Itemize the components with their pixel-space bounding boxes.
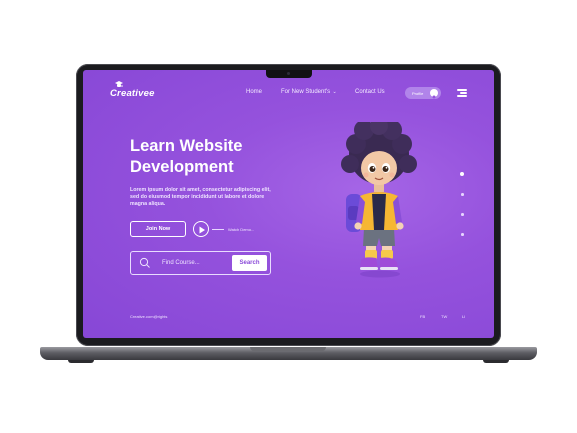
camera-icon bbox=[287, 72, 290, 75]
slider-dot[interactable] bbox=[461, 233, 464, 236]
footer-copyright: Creative.com@rights bbox=[130, 314, 168, 319]
play-icon bbox=[199, 226, 205, 233]
search-icon bbox=[139, 257, 150, 268]
hero-title: Learn Website Development bbox=[130, 136, 310, 178]
profile-label: Profile bbox=[412, 90, 424, 96]
hero-title-line-1: Learn Website bbox=[130, 137, 243, 155]
hero-description: Lorem ipsum dolor sit amet, consectetur … bbox=[130, 187, 271, 207]
brand-logo[interactable]: Creativee bbox=[110, 80, 162, 102]
laptop-base-notch bbox=[250, 347, 326, 351]
slider-dot[interactable] bbox=[461, 213, 464, 216]
watch-demo-play-button[interactable] bbox=[193, 221, 209, 237]
laptop-foot-left bbox=[68, 360, 94, 363]
slider-dot[interactable] bbox=[461, 193, 464, 196]
profile-button[interactable]: Profile bbox=[405, 87, 441, 101]
nav-students-label: For New Student's bbox=[281, 89, 331, 95]
social-link-linkedin[interactable]: LI bbox=[462, 314, 465, 319]
search-input[interactable]: Find Course... bbox=[162, 260, 200, 266]
nav-contact-link[interactable]: Contact Us bbox=[355, 89, 385, 95]
search-button[interactable]: Search bbox=[232, 255, 267, 271]
nav-home-link[interactable]: Home bbox=[246, 89, 262, 95]
camera-notch bbox=[266, 70, 312, 78]
brand-name: Creativee bbox=[110, 88, 155, 99]
slider-dot-active[interactable] bbox=[460, 172, 464, 176]
join-now-button[interactable]: Join Now bbox=[130, 221, 186, 237]
watch-demo-label[interactable]: Watch Demo... bbox=[228, 227, 254, 232]
student-character-illustration bbox=[341, 122, 417, 278]
nav-students-dropdown[interactable]: For New Student's ⌄ bbox=[281, 89, 337, 95]
chevron-down-icon: ⌄ bbox=[331, 89, 337, 95]
watch-demo-divider bbox=[212, 229, 224, 230]
user-avatar-icon bbox=[430, 89, 438, 101]
hero-title-line-2: Development bbox=[130, 158, 234, 176]
social-link-twitter[interactable]: TW bbox=[441, 314, 447, 319]
laptop-foot-right bbox=[483, 360, 509, 363]
social-link-facebook[interactable]: FB bbox=[420, 314, 425, 319]
hamburger-menu-icon[interactable] bbox=[457, 89, 468, 97]
